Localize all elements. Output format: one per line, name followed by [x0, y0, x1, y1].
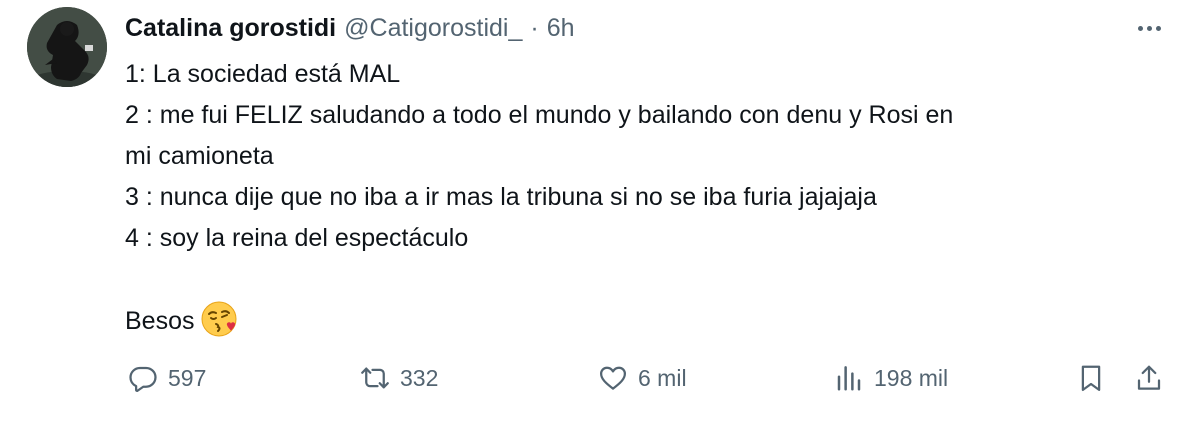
tweet-text: 1: La sociedad está MAL 2 : me fui FELIZ…: [125, 54, 1165, 342]
retweet-count: 332: [400, 364, 439, 391]
retweet-button[interactable]: 332: [360, 356, 438, 400]
like-button[interactable]: 6 mil: [598, 356, 687, 400]
views-icon: [837, 366, 861, 391]
views-count: 198 mil: [874, 364, 949, 391]
timestamp[interactable]: 6h: [547, 14, 575, 43]
share-icon: [1137, 365, 1161, 390]
like-count: 6 mil: [638, 364, 687, 391]
more-options-button[interactable]: [1131, 14, 1167, 42]
share-button[interactable]: [1134, 356, 1164, 400]
tweet-line-3: mi camioneta: [125, 142, 274, 170]
reply-button[interactable]: 597: [128, 356, 206, 400]
tweet-header: Catalina gorostidi @Catigorostidi_ · 6h: [125, 12, 575, 44]
reply-icon: [129, 366, 157, 393]
tweet-line-2: 2 : me fui FELIZ saludando a todo el mun…: [125, 101, 954, 129]
tweet: Catalina gorostidi @Catigorostidi_ · 6h …: [0, 0, 1200, 423]
bookmark-icon: [1081, 365, 1101, 391]
tweet-line-4: 3 : nunca dije que no iba a ir mas la tr…: [125, 183, 877, 211]
bookmark-button[interactable]: [1076, 356, 1106, 400]
more-dots-icon: [1137, 25, 1143, 31]
avatar[interactable]: [27, 7, 107, 87]
avatar-image: [27, 7, 107, 87]
tweet-line-1: 1: La sociedad está MAL: [125, 60, 401, 88]
heart-icon: [600, 366, 626, 390]
action-bar: 597 332 6 mil 198 mil: [0, 356, 1200, 400]
tweet-line-5: 4 : soy la reina del espectáculo: [125, 224, 469, 252]
author-handle[interactable]: @Catigorostidi_: [344, 14, 522, 43]
reply-count: 597: [168, 364, 207, 391]
tweet-closing-line: Besos: [125, 300, 1165, 342]
author-name[interactable]: Catalina gorostidi: [125, 14, 336, 43]
kissing-face-emoji-icon: [200, 300, 238, 338]
retweet-icon: [361, 367, 389, 389]
views-button[interactable]: 198 mil: [834, 356, 948, 400]
separator-dot: ·: [530, 13, 539, 42]
closing-text: Besos: [125, 307, 195, 335]
